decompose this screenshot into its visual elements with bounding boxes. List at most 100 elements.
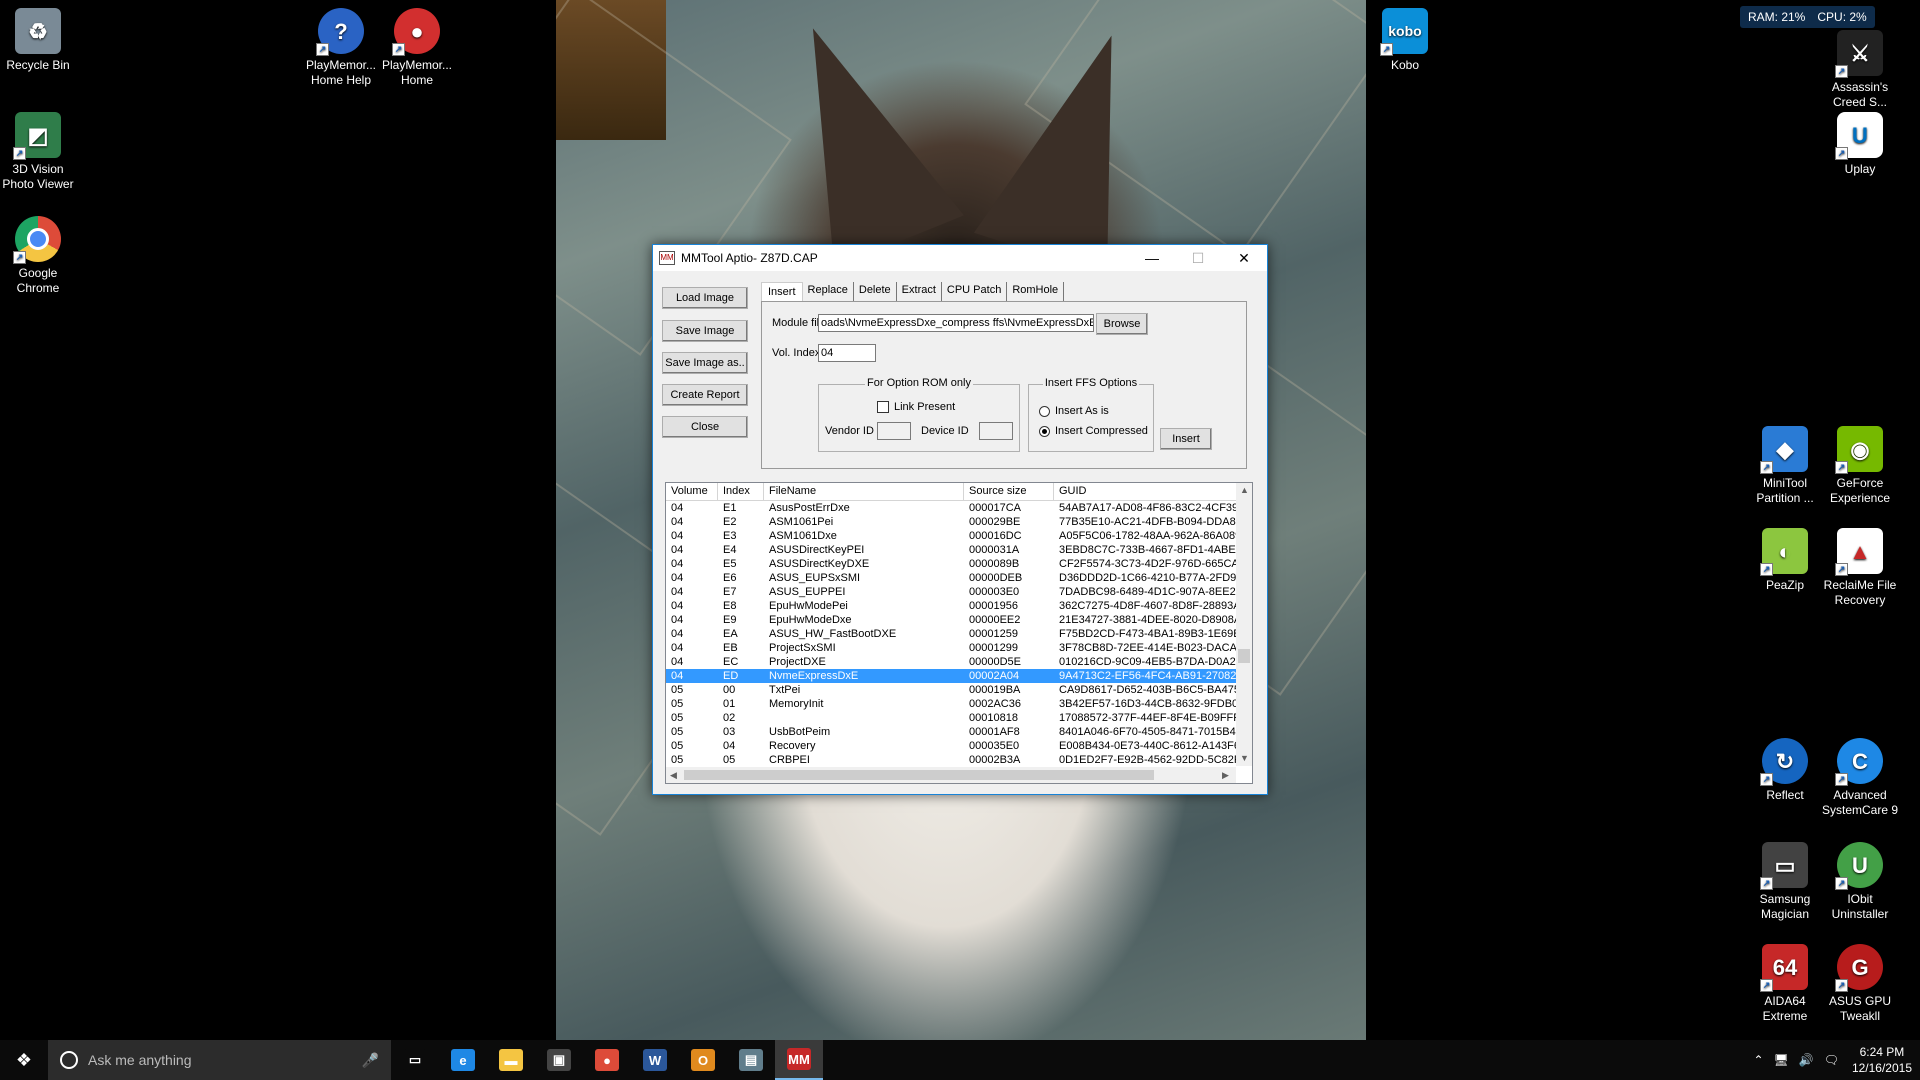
table-row[interactable]: 05 01 MemoryInit 0002AC36 3B42EF57-16D3-44CB… [666, 697, 1252, 711]
horizontal-scrollbar[interactable]: ◀ ▶ [666, 767, 1236, 783]
tab-delete[interactable]: Delete [854, 282, 897, 301]
volume-icon[interactable]: 🔊 [1794, 1053, 1819, 1067]
insert-button[interactable]: Insert [1160, 428, 1212, 450]
window-titlebar[interactable]: MM MMTool Aptio- Z87D.CAP — ☐ ✕ [653, 245, 1267, 271]
start-button[interactable]: ❖ [0, 1040, 48, 1080]
desktop-icon-playmemories-home[interactable]: ● ↗ PlayMemor... Home [377, 8, 457, 88]
taskbar-app-edge[interactable]: e [439, 1040, 487, 1080]
hscroll-thumb[interactable] [684, 770, 1154, 780]
vol-index-input[interactable]: 04 [818, 344, 876, 362]
table-cell: 9A4713C2-EF56-4FC4-AB91-270825 [1059, 670, 1238, 682]
table-row[interactable]: 05 05 CRBPEI 00002B3A 0D1ED2F7-E92B-4562-92D… [666, 753, 1252, 767]
tab-replace[interactable]: Replace [803, 282, 854, 301]
desktop-icon-minitool[interactable]: ◆ ↗ MiniTool Partition ... [1745, 426, 1825, 506]
scroll-thumb[interactable] [1238, 649, 1250, 663]
close-icon[interactable]: ✕ [1221, 245, 1267, 271]
cortana-search-box[interactable]: Ask me anything 🎤 [48, 1040, 391, 1080]
desktop-icon-reclaime[interactable]: ▲ ↗ ReclaiMe File Recovery [1820, 528, 1900, 608]
tab-cpu-patch[interactable]: CPU Patch [942, 282, 1008, 301]
table-row[interactable]: 04 E2 ASM1061Pei 000029BE 77B35E10-AC21-4DFB… [666, 515, 1252, 529]
desktop-icon-kobo[interactable]: kobo ↗ Kobo [1365, 8, 1445, 73]
minimize-icon[interactable]: — [1129, 245, 1175, 271]
scroll-down-icon[interactable]: ▼ [1240, 753, 1249, 763]
scroll-up-icon[interactable]: ▲ [1240, 485, 1249, 495]
table-cell: 000016DC [969, 530, 1022, 542]
create-report-button[interactable]: Create Report [662, 384, 748, 406]
table-cell: 7DADBC98-6489-4D1C-907A-8EE24 [1059, 586, 1238, 598]
desktop-icon-aida64[interactable]: 64 ↗ AIDA64 Extreme [1745, 944, 1825, 1024]
desktop-icon-advanced-systemcare[interactable]: C ↗ Advanced SystemCare 9 [1820, 738, 1900, 818]
table-row[interactable]: 04 E8 EpuHwModePei 00001956 362C7275-4D8F-46… [666, 599, 1252, 613]
chevron-up-icon[interactable]: ⌃ [1748, 1053, 1768, 1067]
save-image-as-button[interactable]: Save Image as.. [662, 352, 748, 374]
reflect-icon: ↻ ↗ [1760, 738, 1808, 786]
browse-button[interactable]: Browse [1096, 313, 1148, 335]
table-row[interactable]: 04 E6 ASUS_EUPSxSMI 00000DEB D36DDD2D-1C66-4… [666, 571, 1252, 585]
scroll-left-icon[interactable]: ◀ [670, 770, 677, 781]
column-header-index[interactable]: Index [718, 483, 764, 500]
taskbar-app-mmtool[interactable]: MM [775, 1040, 823, 1080]
module-list[interactable]: Volume Index FileName Source size GUID 0… [665, 482, 1253, 784]
tab-insert[interactable]: Insert [761, 282, 803, 301]
insert-as-is-radio[interactable] [1039, 405, 1050, 417]
column-header-filename[interactable]: FileName [764, 483, 964, 500]
taskbar-app-file-explorer[interactable]: ▬ [487, 1040, 535, 1080]
table-row[interactable]: 05 03 UsbBotPeim 00001AF8 8401A046-6F70-4505… [666, 725, 1252, 739]
desktop-icon-geforce[interactable]: ◉ ↗ GeForce Experience [1820, 426, 1900, 506]
desktop-icon-uplay[interactable]: U ↗ Uplay [1820, 112, 1900, 177]
desktop-icon-3d-vision[interactable]: ◩ ↗ 3D Vision Photo Viewer [0, 112, 78, 192]
table-row[interactable]: 04 E3 ASM1061Dxe 000016DC A05F5C06-1782-48AA… [666, 529, 1252, 543]
module-file-input[interactable]: oads\NvmeExpressDxe_compress ffs\NvmeExp… [818, 314, 1094, 332]
scroll-right-icon[interactable]: ▶ [1222, 770, 1229, 781]
taskbar-app-outlook[interactable]: O [679, 1040, 727, 1080]
desktop-icon-reflect[interactable]: ↻ ↗ Reflect [1745, 738, 1825, 803]
load-image-button[interactable]: Load Image [662, 287, 748, 309]
vertical-scrollbar[interactable]: ▲ ▼ [1236, 483, 1252, 766]
clock[interactable]: 6:24 PM 12/16/2015 [1844, 1044, 1920, 1076]
table-row[interactable]: 05 02 00010818 17088572-377F-44EF-8F4E-B09F… [666, 711, 1252, 725]
desktop-icon-asus-gpu-tweak[interactable]: G ↗ ASUS GPU Tweakll [1820, 944, 1900, 1024]
taskbar-app-store[interactable]: ▣ [535, 1040, 583, 1080]
table-cell: 54AB7A17-AD08-4F86-83C2-4CF398 [1059, 502, 1238, 514]
close-button[interactable]: Close [662, 416, 748, 438]
table-row[interactable]: 04 EA ASUS_HW_FastBootDXE 00001259 F75BD2CD-… [666, 627, 1252, 641]
column-header-volume[interactable]: Volume [666, 483, 718, 500]
taskbar-app-task-view[interactable]: ▭ [391, 1040, 439, 1080]
table-row[interactable]: 04 E4 ASUSDirectKeyPEI 0000031A 3EBD8C7C-733… [666, 543, 1252, 557]
table-row[interactable]: 04 E5 ASUSDirectKeyDXE 0000089B CF2F5574-3C7… [666, 557, 1252, 571]
desktop-icon-assassins-creed[interactable]: ⚔ ↗ Assassin's Creed S... [1820, 30, 1900, 110]
table-cell: ASUS_EUPPEI [769, 586, 846, 598]
insert-compressed-radio[interactable] [1039, 425, 1050, 437]
network-icon[interactable]: 🖥 [1769, 1053, 1794, 1067]
table-row[interactable]: 04 E1 AsusPostErrDxe 000017CA 54AB7A17-AD08-… [666, 501, 1252, 515]
microphone-icon[interactable]: 🎤 [362, 1052, 379, 1069]
table-row[interactable]: 04 E7 ASUS_EUPPEI 000003E0 7DADBC98-6489-4D1… [666, 585, 1252, 599]
column-header-source-size[interactable]: Source size [964, 483, 1054, 500]
desktop-icon-google-chrome[interactable]: ↗ Google Chrome [0, 216, 78, 296]
table-row[interactable]: 04 EB ProjectSxSMI 00001299 3F78CB8D-72EE-41… [666, 641, 1252, 655]
taskbar-app-remote[interactable]: ▤ [727, 1040, 775, 1080]
taskbar-app-word[interactable]: W [631, 1040, 679, 1080]
desktop-icon-recycle-bin[interactable]: ♻ Recycle Bin [0, 8, 78, 73]
save-image-button[interactable]: Save Image [662, 320, 748, 342]
table-row[interactable]: 05 00 TxtPei 000019BA CA9D8617-D652-403B-B6C… [666, 683, 1252, 697]
table-row[interactable]: 04 E9 EpuHwModeDxe 00000EE2 21E34727-3881-4D… [666, 613, 1252, 627]
desktop-icon-playmemories-help[interactable]: ? ↗ PlayMemor... Home Help [301, 8, 381, 88]
column-header-guid[interactable]: GUID [1054, 483, 1238, 500]
tab-extract[interactable]: Extract [897, 282, 942, 301]
vendor-id-input[interactable] [877, 422, 911, 440]
desktop-icon-peazip[interactable]: ◐ ↗ PeaZip [1745, 528, 1825, 593]
tab-romhole[interactable]: RomHole [1007, 282, 1065, 301]
maximize-icon[interactable]: ☐ [1175, 245, 1221, 271]
table-row[interactable]: 04 EC ProjectDXE 00000D5E 010216CD-9C09-4EB5… [666, 655, 1252, 669]
desktop-icon-label: AIDA64 Extreme [1762, 994, 1808, 1023]
taskbar-app-chrome[interactable]: ● [583, 1040, 631, 1080]
link-present-checkbox[interactable] [877, 401, 889, 413]
action-center-icon[interactable]: 🗨 [1819, 1053, 1844, 1067]
desktop-icon-samsung-magician[interactable]: ▭ ↗ Samsung Magician [1745, 842, 1825, 922]
uplay-icon: U ↗ [1835, 112, 1883, 160]
table-row[interactable]: 05 04 Recovery 000035E0 E008B434-0E73-440C-8… [666, 739, 1252, 753]
device-id-input[interactable] [979, 422, 1013, 440]
desktop-icon-iobit-uninstaller[interactable]: U ↗ IObit Uninstaller [1820, 842, 1900, 922]
table-row[interactable]: 04 ED NvmeExpressDxE 00002A04 9A4713C2-EF56-… [666, 669, 1252, 683]
